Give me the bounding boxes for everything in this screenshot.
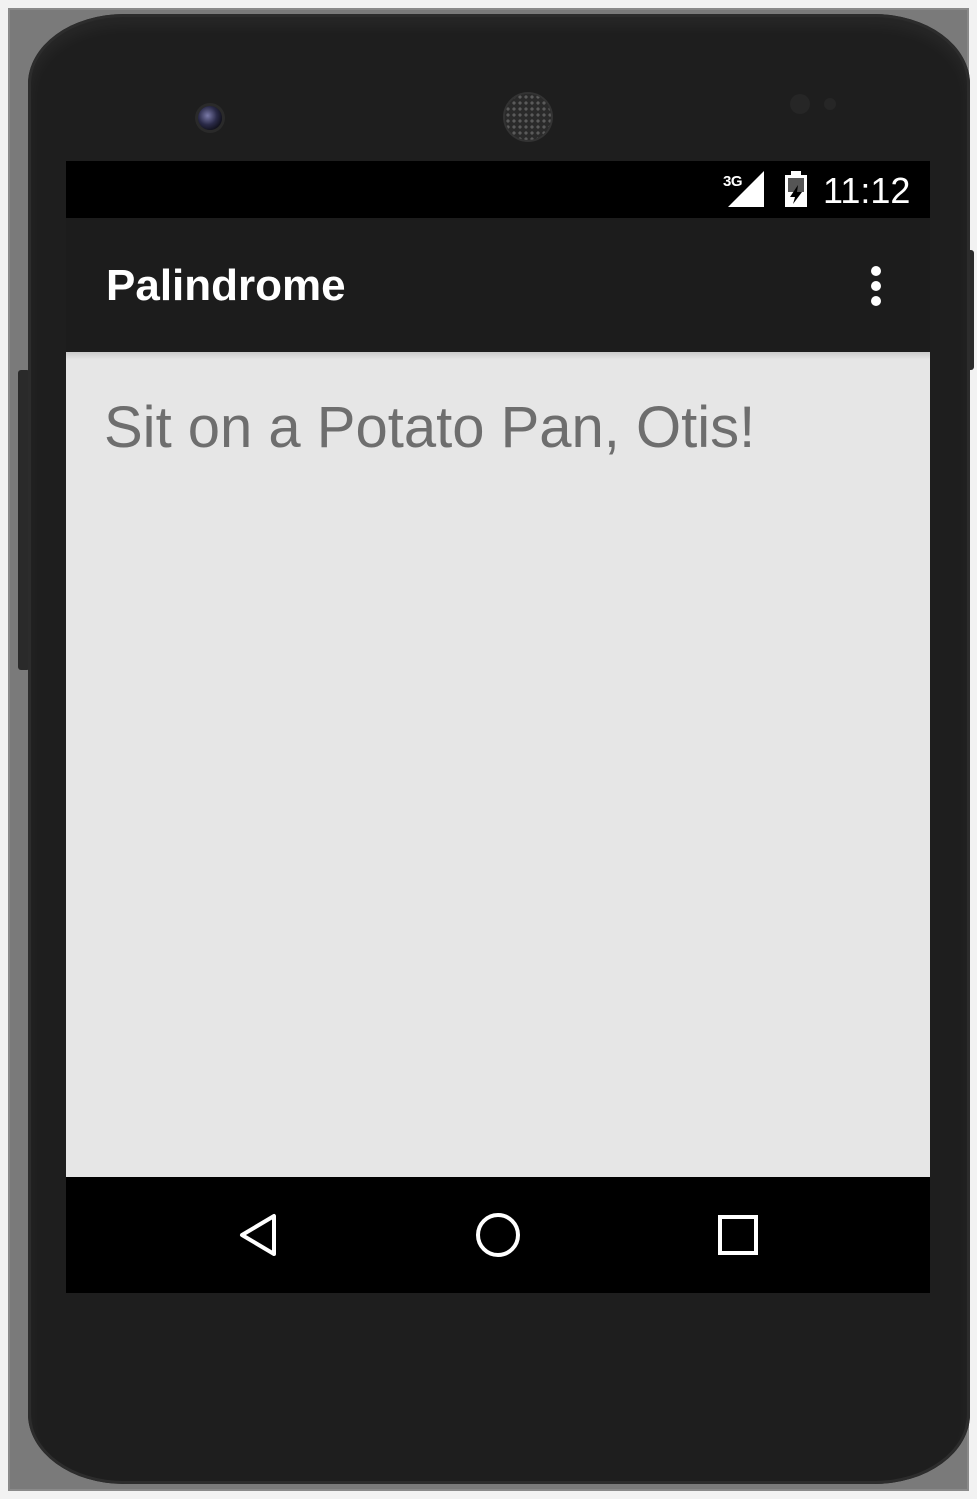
overflow-dot [871,266,881,276]
home-circle-icon[interactable] [470,1207,526,1263]
light-sensor [824,98,836,110]
main-content: Sit on a Potato Pan, Otis! [66,352,930,1177]
signal-icon [728,171,764,207]
phone-screen: 3G 11:12 Palindrome Sit on a Potato Pan,… [66,161,930,1293]
back-triangle-icon[interactable] [230,1207,286,1263]
app-bar-shadow [66,352,930,360]
status-time: 11:12 [823,170,911,211]
battery-icon [785,171,807,207]
front-camera [198,106,222,130]
proximity-sensor [790,94,810,114]
overflow-dot [871,296,881,306]
palindrome-text: Sit on a Potato Pan, Otis! [104,395,756,460]
recents-square-icon[interactable] [710,1207,766,1263]
more-vert-icon[interactable] [856,258,896,314]
app-title: Palindrome [106,261,346,310]
earpiece-speaker [505,94,551,140]
status-bar: 3G 11:12 [66,161,930,218]
overflow-dot [871,281,881,291]
app-bar: Palindrome [66,218,930,352]
navigation-bar [66,1177,930,1293]
